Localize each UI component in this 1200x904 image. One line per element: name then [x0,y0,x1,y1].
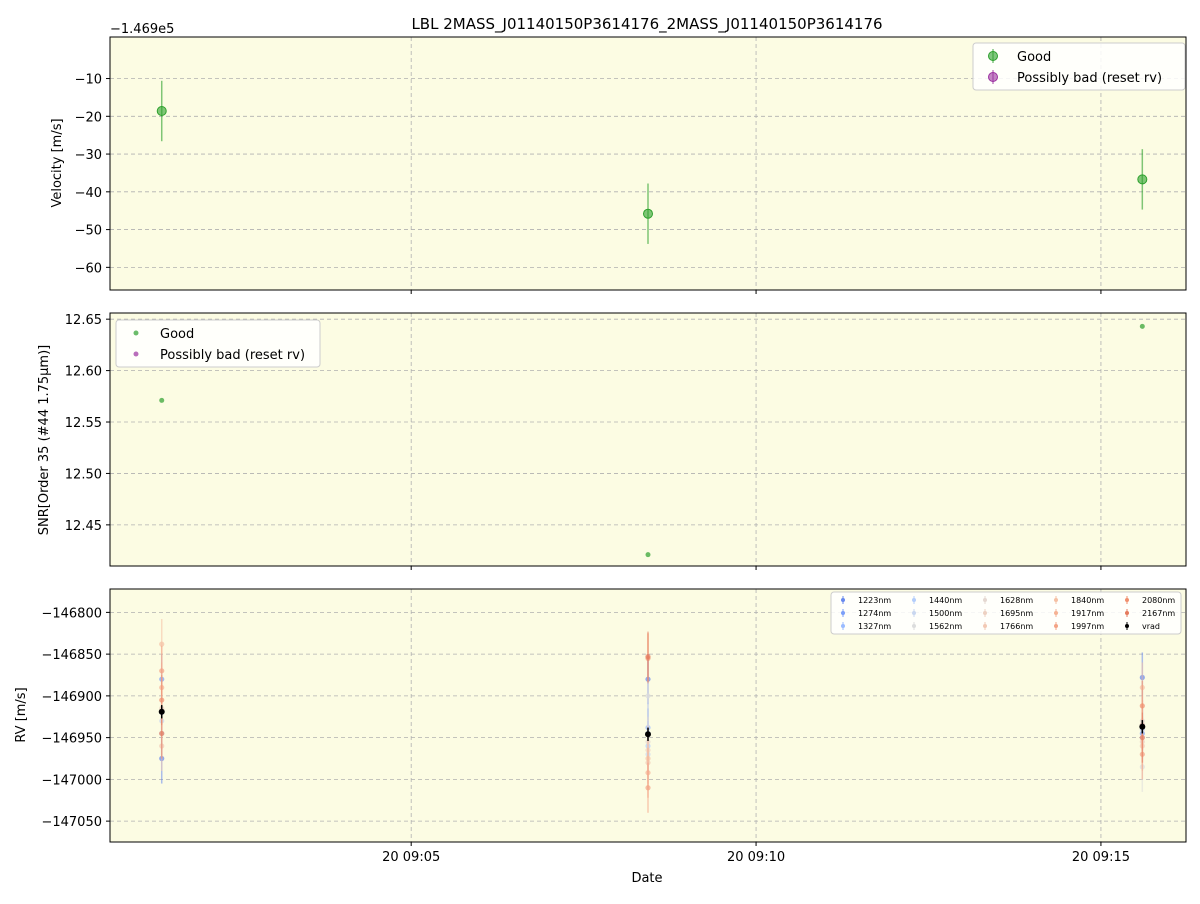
data-point [159,697,165,703]
legend-marker [1054,598,1058,602]
y-tick-label: −146900 [41,690,102,705]
velocity-panel: −10 −20 −30 −40 −50 −60 −1.469e5 Velocity [m/… [50,22,1187,294]
legend-marker [983,598,987,602]
legend-label: 1997nm [1071,622,1104,631]
y-tick-label: −146800 [41,606,102,621]
y-tick-label: 12.50 [65,467,102,482]
legend-label: Possibly bad (reset rv) [1017,71,1162,86]
y-tick-label: −147050 [41,815,102,830]
y-tick-label: −146850 [41,648,102,663]
legend-marker [988,51,998,61]
data-point [159,730,165,737]
legend-marker [983,611,987,615]
snr-legend: Good Possibly bad (reset rv) [115,319,321,368]
legend-label: 1917nm [1071,609,1104,618]
data-point [645,552,651,558]
legend-marker [133,330,139,336]
legend-marker [912,611,916,615]
data-point [645,693,651,699]
data-point [645,785,651,791]
y-tick-label: −50 [75,224,102,239]
y-tick-label: −10 [75,73,102,88]
legend-marker [133,351,139,357]
legend-label: 2167nm [1142,609,1175,618]
x-tick-label: 20 09:05 [382,850,440,865]
rv-axis-label: RV [m/s] [14,687,29,742]
y-tick-label: 12.60 [65,365,102,380]
legend-label: 1766nm [1000,622,1033,631]
x-tick-label: 20 09:15 [1072,850,1130,865]
data-point [156,106,167,117]
legend-label: 1628nm [1000,596,1033,605]
velocity-offset-label: −1.469e5 [110,22,174,37]
legend-label: 2080nm [1142,596,1175,605]
legend-label: 1695nm [1000,609,1033,618]
legend-label: Possibly bad (reset rv) [160,348,305,363]
legend-marker [912,598,916,602]
y-tick-label: 12.45 [65,519,102,534]
legend-label: Good [1017,50,1051,65]
legend-label: 1562nm [929,622,962,631]
y-tick-label: 12.55 [65,416,102,431]
data-point [1139,703,1145,709]
data-point [159,668,165,674]
legend-marker [841,598,845,602]
data-point [158,708,165,715]
figure: LBL 2MASS_J01140150P3614176_2MASS_J01140… [14,15,1187,886]
legend-marker [1054,624,1058,628]
y-tick-label: 12.65 [65,313,102,328]
legend-label: 1274nm [858,609,891,618]
velocity-legend: Good Possibly bad (reset rv) [972,42,1186,91]
legend-label: 1440nm [929,596,962,605]
legend-marker [1125,598,1129,602]
legend-marker [983,624,987,628]
velocity-axis-label: Velocity [m/s] [50,118,65,207]
y-tick-label: −146950 [41,732,102,747]
y-tick-label: −147000 [41,773,102,788]
legend-marker [912,624,916,628]
legend-label: 1327nm [858,622,891,631]
legend-marker [841,611,845,615]
data-point [1139,735,1145,741]
data-point [645,731,651,738]
x-axis-label: Date [631,871,662,886]
data-point [159,397,165,403]
snr-panel: 12.45 12.50 12.55 12.60 12.65 SNR[Order 35 (… [37,312,1187,570]
snr-axis-label: SNR[Order 35 (#44 1.75μm)] [37,345,52,536]
legend-label: 1840nm [1071,596,1104,605]
y-tick-label: −40 [75,186,102,201]
data-point [643,208,653,219]
y-tick-label: −20 [75,110,102,125]
legend-label: vrad [1142,622,1160,631]
legend-label: 1500nm [929,609,962,618]
x-tick-label: 20 09:10 [727,850,785,865]
figure-title: LBL 2MASS_J01140150P3614176_2MASS_J01140… [411,15,882,34]
legend-marker [1125,624,1129,628]
legend-marker [1054,611,1058,615]
data-point [1139,323,1145,329]
legend-marker [988,72,998,82]
y-tick-label: −30 [75,148,102,163]
legend-marker [841,624,845,628]
data-point [645,654,651,660]
data-point [1139,723,1146,730]
rv-legend: 1223nm 1274nm 1327nm 1440nm 1500nm 1562nm 1628… [830,591,1182,635]
legend-label: 1223nm [858,596,891,605]
legend-marker [1125,611,1129,615]
data-point [1137,174,1148,185]
rv-panel: −146800 −146850 −146900 −146950 −147000 −1470… [14,588,1187,846]
legend-label: Good [160,327,194,342]
y-tick-label: −60 [75,261,102,276]
